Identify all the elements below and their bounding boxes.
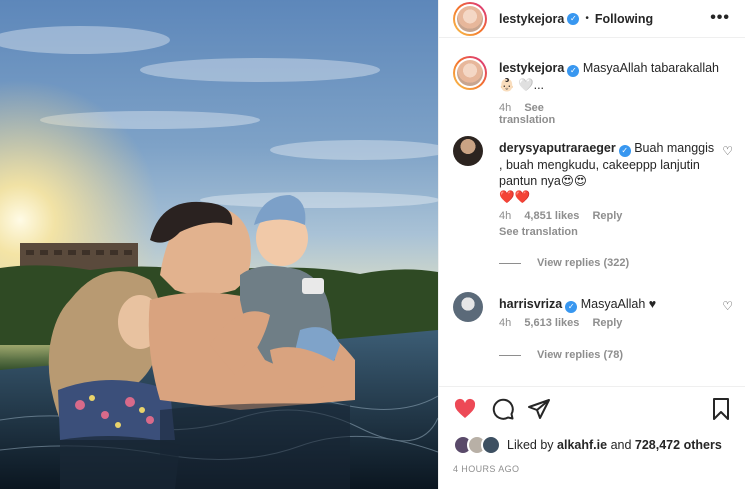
view-replies-label: View replies (322) [537, 257, 630, 269]
see-translation-link[interactable]: See translation [499, 226, 578, 238]
post-timestamp[interactable]: 4 HOURS AGO [453, 464, 519, 474]
comment-body: harrisvriza ✓ MasyaAllah ♥ [499, 296, 721, 313]
liked-by-user[interactable]: alkahf.ie [557, 438, 607, 452]
share-icon[interactable] [527, 397, 551, 421]
replies-divider [499, 354, 521, 356]
view-replies-button[interactable]: View replies (322) [499, 257, 629, 269]
comment-likes[interactable]: 5,613 likes [524, 317, 579, 329]
liked-by-joiner: and [610, 438, 632, 452]
post-details-panel: lestykejora ✓ • Following ••• lestykejor… [438, 0, 745, 489]
commenter-avatar[interactable] [453, 292, 483, 322]
view-replies-label: View replies (78) [537, 349, 624, 361]
comment-icon[interactable] [491, 397, 515, 421]
more-options-icon[interactable]: ••• [710, 9, 730, 27]
comment-text: MasyaAllah ♥ [580, 297, 657, 311]
caption-username[interactable]: lestykejora [499, 61, 564, 75]
caption-time: 4h [499, 102, 512, 114]
liked-by-prefix: Liked by [507, 438, 554, 452]
comment-translation: See translation [499, 226, 578, 238]
comment-text-line2: ❤️❤️ [499, 190, 531, 204]
likes-count[interactable]: 728,472 others [635, 438, 722, 452]
caption-avatar[interactable] [453, 56, 487, 90]
caption-meta: 4h See translation [499, 102, 555, 126]
separator-dot: • [585, 13, 589, 24]
photo-illustration [0, 26, 438, 489]
bookmark-icon[interactable] [709, 397, 733, 421]
verified-badge-icon: ✓ [618, 145, 631, 157]
comment-meta: 4h 4,851 likes Reply [499, 210, 622, 222]
comment-body: derysyaputraraeger ✓ Buah manggis , buah … [499, 140, 721, 205]
caption-text: MasyaAllah tabarakallah [582, 61, 720, 75]
comment-like-icon[interactable]: ♡ [722, 299, 733, 313]
likes-summary: Liked by alkahf.ie and 728,472 others [453, 435, 722, 455]
author-username[interactable]: lestykejora [499, 12, 564, 26]
commenter-avatar[interactable] [453, 136, 483, 166]
replies-divider [499, 262, 521, 264]
comment-username[interactable]: harrisvriza [499, 297, 562, 311]
post-header: lestykejora ✓ • Following ••• [439, 0, 745, 38]
caption-body: lestykejora ✓ MasyaAllah tabarakallah 👶🏻 … [499, 60, 721, 93]
comment-meta: 4h 5,613 likes Reply [499, 317, 622, 329]
comment-time: 4h [499, 317, 512, 329]
post-actions: Liked by alkahf.ie and 728,472 others 4 … [439, 386, 745, 489]
caption-emoji: 👶🏻 🤍... [499, 78, 545, 92]
reply-button[interactable]: Reply [592, 210, 622, 222]
post-viewer: lestykejora ✓ • Following ••• lestykejor… [0, 0, 745, 489]
following-button[interactable]: Following [595, 12, 653, 26]
verified-badge-icon: ✓ [567, 65, 580, 77]
author-avatar[interactable] [453, 1, 487, 36]
comment-time: 4h [499, 210, 512, 222]
verified-badge-icon: ✓ [565, 301, 578, 313]
reply-button[interactable]: Reply [592, 317, 622, 329]
post-photo[interactable] [0, 0, 438, 489]
heart-icon[interactable] [453, 397, 477, 421]
comment-username[interactable]: derysyaputraraeger [499, 141, 616, 155]
comment-likes[interactable]: 4,851 likes [524, 210, 579, 222]
verified-badge-icon: ✓ [567, 12, 580, 25]
view-replies-button[interactable]: View replies (78) [499, 349, 623, 361]
likers-avatars[interactable] [453, 435, 503, 455]
comment-like-icon[interactable]: ♡ [722, 144, 733, 158]
